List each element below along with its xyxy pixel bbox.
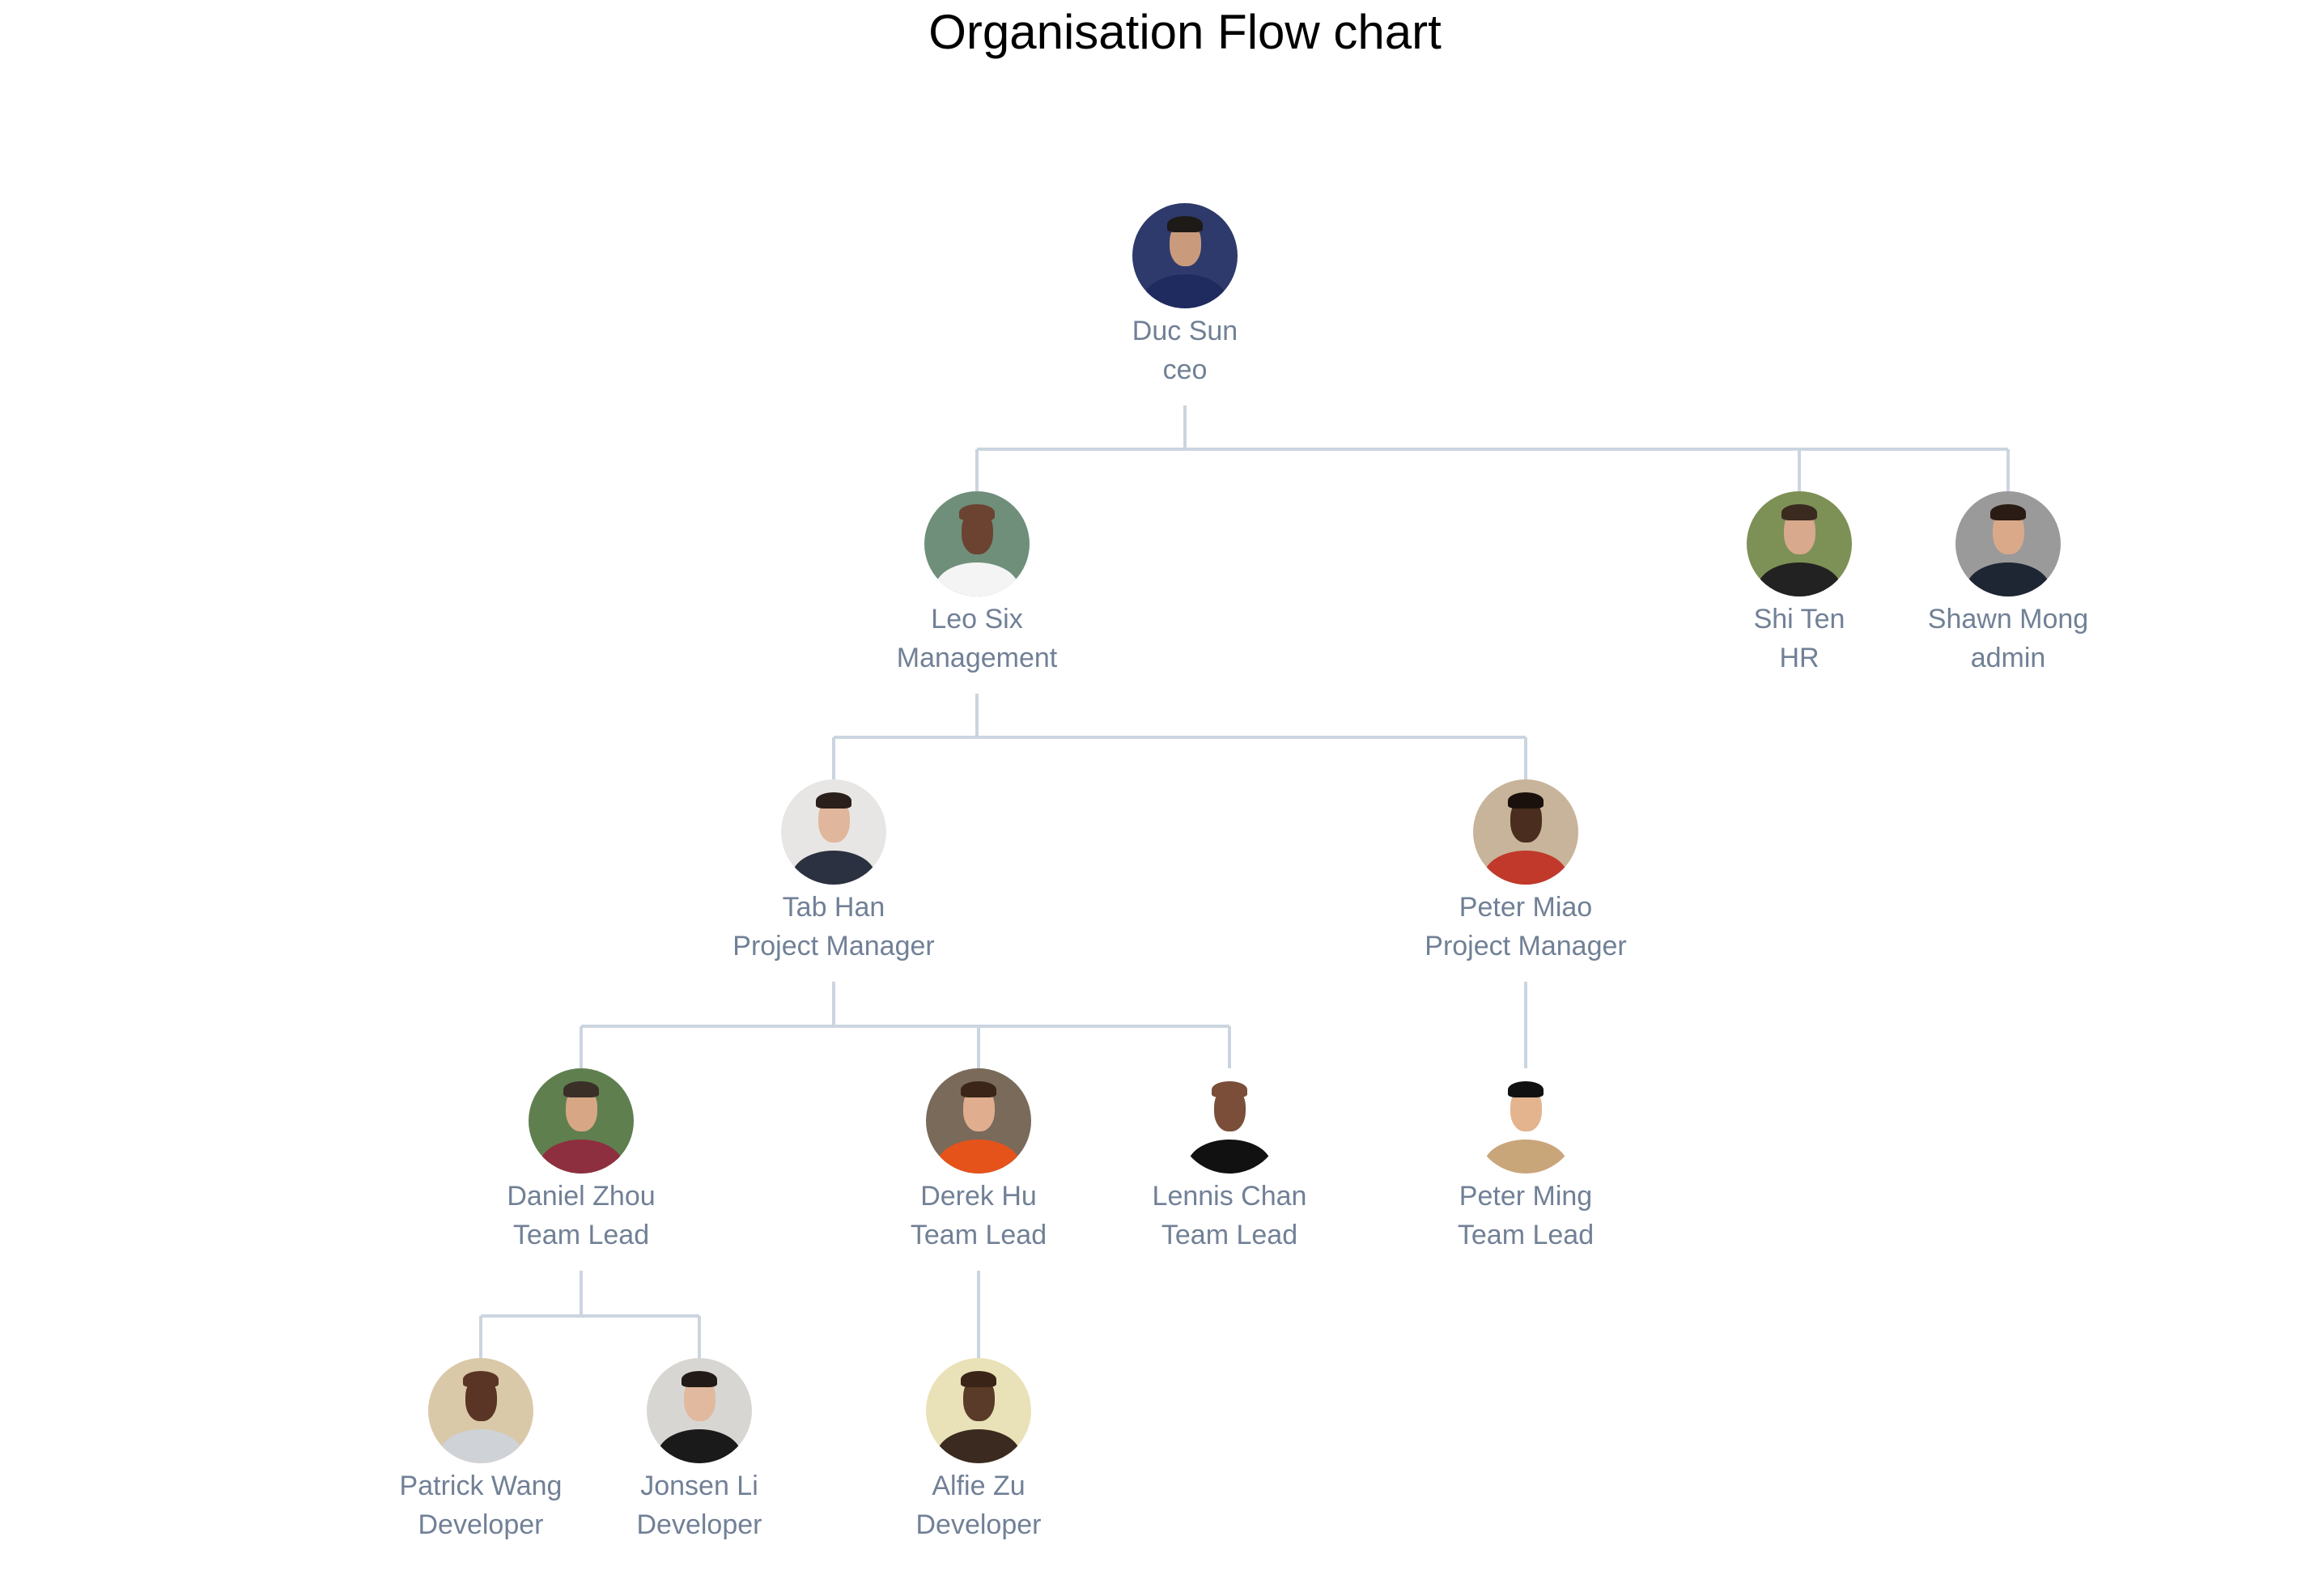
avatar-body-shape	[936, 1140, 1021, 1174]
avatar	[1747, 491, 1852, 596]
node-role: Project Manager	[1425, 931, 1627, 961]
avatar-hair-shape	[1507, 792, 1544, 809]
avatar-hair-shape	[1781, 503, 1818, 521]
org-node-duc[interactable]: Duc Sun ceo	[1039, 203, 1331, 389]
avatar-hair-shape	[960, 1080, 997, 1098]
avatar	[781, 779, 886, 885]
avatar-hair-shape	[563, 1080, 600, 1098]
org-node-ming[interactable]: Peter Ming Team Lead	[1380, 1068, 1671, 1254]
node-role: Team Lead	[1161, 1220, 1298, 1250]
avatar-hair-shape	[462, 1370, 499, 1388]
avatar	[924, 491, 1030, 596]
org-node-jonsen[interactable]: Jonsen Li Developer	[554, 1358, 845, 1544]
node-name: Derek Hu	[920, 1181, 1037, 1212]
node-name: Tab Han	[782, 892, 885, 923]
avatar-body-shape	[1757, 562, 1841, 596]
node-role: Team Lead	[512, 1220, 650, 1250]
node-name: Jonsen Li	[640, 1471, 758, 1501]
node-role: Developer	[636, 1509, 762, 1540]
avatar	[926, 1068, 1031, 1174]
avatar-body-shape	[1484, 1140, 1568, 1174]
avatar-hair-shape	[958, 503, 996, 521]
node-name: Shawn Mong	[1927, 604, 2089, 635]
org-node-lennis[interactable]: Lennis Chan Team Lead	[1084, 1068, 1375, 1254]
node-name: Lennis Chan	[1152, 1181, 1307, 1212]
node-name: Duc Sun	[1132, 316, 1238, 346]
node-name: Leo Six	[931, 604, 1023, 635]
node-name: Alfie Zu	[932, 1471, 1025, 1501]
avatar-body-shape	[936, 1429, 1021, 1463]
org-node-derek[interactable]: Derek Hu Team Lead	[833, 1068, 1124, 1254]
avatar-body-shape	[792, 851, 876, 885]
node-role: Team Lead	[910, 1220, 1047, 1250]
node-role: ceo	[1162, 354, 1208, 385]
avatar-body-shape	[657, 1429, 741, 1463]
org-node-tab[interactable]: Tab Han Project Manager	[688, 779, 979, 966]
avatar-body-shape	[1484, 851, 1568, 885]
org-node-shawn[interactable]: Shawn Mong admin	[1862, 491, 2154, 677]
org-node-daniel[interactable]: Daniel Zhou Team Lead	[435, 1068, 727, 1254]
node-name: Daniel Zhou	[507, 1181, 656, 1212]
org-node-alfie[interactable]: Alfie Zu Developer	[833, 1358, 1124, 1544]
avatar	[1955, 491, 2061, 596]
org-node-miao[interactable]: Peter Miao Project Manager	[1380, 779, 1671, 966]
avatar-body-shape	[539, 1140, 623, 1174]
avatar	[1132, 203, 1238, 308]
avatar-body-shape	[935, 562, 1019, 596]
avatar-hair-shape	[1166, 215, 1204, 233]
org-node-leo[interactable]: Leo Six Management	[831, 491, 1123, 677]
node-role: Management	[896, 643, 1058, 673]
avatar-body-shape	[1966, 562, 2050, 596]
avatar-hair-shape	[960, 1370, 997, 1388]
avatar-body-shape	[1187, 1140, 1272, 1174]
avatar	[428, 1358, 533, 1463]
avatar-body-shape	[1143, 274, 1227, 308]
avatar	[1177, 1068, 1282, 1174]
node-role: Developer	[915, 1509, 1042, 1540]
avatar	[926, 1358, 1031, 1463]
node-name: Peter Miao	[1459, 892, 1593, 923]
avatar	[529, 1068, 634, 1174]
avatar-hair-shape	[1989, 503, 2027, 521]
avatar	[1473, 1068, 1578, 1174]
node-role: Team Lead	[1457, 1220, 1594, 1250]
avatar-body-shape	[439, 1429, 523, 1463]
node-role: admin	[1970, 643, 2046, 673]
node-name: Peter Ming	[1459, 1181, 1593, 1212]
avatar-hair-shape	[681, 1370, 718, 1388]
node-role: Project Manager	[732, 931, 935, 961]
avatar-hair-shape	[815, 792, 852, 809]
avatar-hair-shape	[1211, 1080, 1248, 1098]
avatar	[1473, 779, 1578, 885]
avatar	[647, 1358, 752, 1463]
avatar-hair-shape	[1507, 1080, 1544, 1098]
